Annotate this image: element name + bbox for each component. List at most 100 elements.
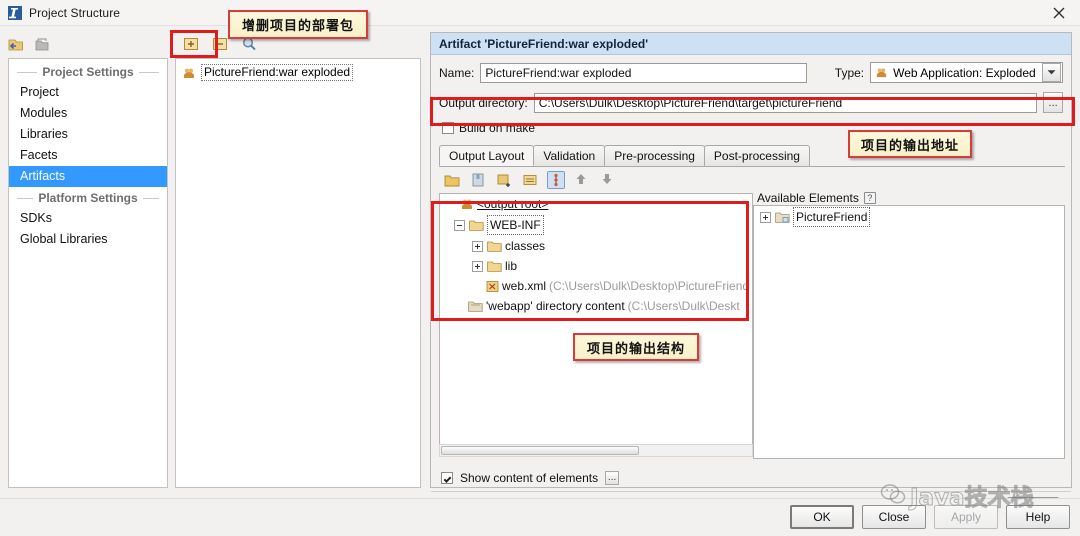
add-directory-icon[interactable] xyxy=(443,171,461,189)
folder-icon xyxy=(487,260,502,273)
sidebar-item-modules[interactable]: Modules xyxy=(9,103,167,124)
expand-toggle-icon[interactable] xyxy=(760,211,771,223)
artifact-type-select[interactable]: Web Application: Exploded xyxy=(870,62,1063,83)
help-icon[interactable]: ? xyxy=(863,192,876,204)
move-down-icon[interactable] xyxy=(599,171,617,189)
remove-artifact-button[interactable] xyxy=(210,34,230,54)
expand-toggle-icon[interactable] xyxy=(472,240,483,252)
sidebar-item-global-libraries[interactable]: Global Libraries xyxy=(9,229,167,250)
project-structure-dialog: Project Structure Project Settings Proje… xyxy=(0,0,1080,536)
settings-sidebar[interactable]: Project Settings Project Modules Librari… xyxy=(8,58,168,488)
output-directory-row: Output directory: C:\Users\Dulk\Desktop\… xyxy=(431,92,1071,113)
module-icon xyxy=(775,211,790,224)
sidebar-group-project-settings: Project Settings xyxy=(9,61,167,82)
sidebar-group-label: Project Settings xyxy=(42,65,134,79)
artifact-type-value: Web Application: Exploded xyxy=(893,65,1036,80)
available-list-item[interactable]: PictureFriend xyxy=(754,206,1064,228)
available-elements-label: Available Elements xyxy=(757,191,859,205)
tab-post-processing[interactable]: Post-processing xyxy=(703,145,810,166)
move-up-icon[interactable] xyxy=(573,171,591,189)
tree-row-label: classes xyxy=(505,239,546,253)
artifact-name-input[interactable]: PictureFriend:war exploded xyxy=(480,62,807,83)
add-archive-icon[interactable] xyxy=(469,171,487,189)
tree-row-label: <output root> xyxy=(477,197,549,211)
tree-row-label: lib xyxy=(505,259,518,273)
available-elements-panel[interactable]: PictureFriend xyxy=(753,205,1065,459)
extract-into-icon[interactable] xyxy=(521,171,539,189)
sidebar-group-label: Platform Settings xyxy=(38,191,138,205)
war-artifact-icon xyxy=(182,66,196,80)
help-button[interactable]: Help xyxy=(1006,505,1070,529)
folder-open-icon xyxy=(469,219,484,232)
show-content-row[interactable]: Show content of elements ... xyxy=(441,471,620,485)
build-on-make-label: Build on make xyxy=(459,121,536,135)
add-artifact-button[interactable] xyxy=(181,34,201,54)
tree-row-path: (C:\Users\Dulk\Deskt xyxy=(627,299,740,313)
tab-output-layout[interactable]: Output Layout xyxy=(439,145,535,166)
tree-row[interactable]: WEB-INF xyxy=(440,214,752,236)
show-content-checkbox[interactable] xyxy=(441,472,453,484)
artifact-item-label: PictureFriend:war exploded xyxy=(201,64,354,81)
tree-row-label: WEB-INF xyxy=(487,215,544,235)
callout-note: 项目的输出地址 xyxy=(848,130,972,158)
dir-content-icon xyxy=(468,300,483,313)
available-elements-header: Available Elements ? xyxy=(757,191,876,205)
build-on-make-row[interactable]: Build on make xyxy=(431,113,1071,135)
dialog-body: Project Settings Project Modules Librari… xyxy=(0,26,1080,519)
close-button[interactable]: Close xyxy=(862,505,926,529)
close-icon[interactable] xyxy=(1050,4,1068,22)
settings-toolbar xyxy=(6,31,166,57)
collapse-toggle-icon[interactable] xyxy=(454,219,465,231)
title-bar: Project Structure xyxy=(0,0,1080,26)
sidebar-item-project[interactable]: Project xyxy=(9,82,167,103)
tree-horizontal-scrollbar[interactable] xyxy=(439,444,753,457)
xml-file-icon xyxy=(486,280,499,293)
tree-row[interactable]: classes xyxy=(440,236,752,256)
tree-row[interactable]: <output root> xyxy=(440,194,752,214)
list-item[interactable]: PictureFriend:war exploded xyxy=(176,63,420,82)
show-content-label: Show content of elements xyxy=(460,471,599,485)
tree-row[interactable]: web.xml (C:\Users\Dulk\Desktop\PictureFr… xyxy=(440,276,752,296)
folder-icon xyxy=(487,240,502,253)
browse-output-directory-button[interactable]: ... xyxy=(1043,92,1063,113)
output-layout-tree[interactable]: <output root> WEB-INF classes lib web.xm… xyxy=(439,193,753,451)
output-directory-input[interactable]: C:\Users\Dulk\Desktop\PictureFriend\targ… xyxy=(533,92,1038,113)
intellij-icon xyxy=(7,5,23,21)
show-content-options-button[interactable]: ... xyxy=(605,471,620,485)
output-layout-toolbar xyxy=(439,169,1065,191)
sidebar-item-sdks[interactable]: SDKs xyxy=(9,208,167,229)
import-settings-icon[interactable] xyxy=(6,34,26,54)
tree-row-label: 'webapp' directory content xyxy=(486,299,625,313)
sidebar-item-facets[interactable]: Facets xyxy=(9,145,167,166)
war-artifact-icon xyxy=(875,66,888,79)
sort-elements-icon[interactable] xyxy=(547,171,565,189)
ok-button[interactable]: OK xyxy=(790,505,854,529)
output-directory-label: Output directory: xyxy=(439,95,528,110)
name-label: Name: xyxy=(439,65,475,80)
expand-toggle-icon[interactable] xyxy=(472,260,483,272)
tab-validation[interactable]: Validation xyxy=(533,145,606,166)
type-label: Type: xyxy=(834,65,865,80)
chevron-down-icon[interactable] xyxy=(1042,63,1061,82)
export-settings-icon[interactable] xyxy=(32,34,52,54)
name-type-row: Name: PictureFriend:war exploded Type: W… xyxy=(431,55,1071,83)
artifact-detail-panel: Artifact 'PictureFriend:war exploded' Na… xyxy=(430,32,1072,519)
divider xyxy=(431,491,1071,492)
sidebar-item-artifacts[interactable]: Artifacts xyxy=(9,166,167,187)
detail-header-title: Artifact 'PictureFriend:war exploded' xyxy=(431,33,1071,55)
window-title: Project Structure xyxy=(29,5,121,20)
build-on-make-checkbox[interactable] xyxy=(442,122,454,134)
dialog-button-bar: OK Close Apply Help xyxy=(0,498,1080,536)
tree-row[interactable]: lib xyxy=(440,256,752,276)
sidebar-group-platform-settings: Platform Settings xyxy=(9,187,167,208)
tree-row[interactable]: 'webapp' directory content (C:\Users\Dul… xyxy=(440,296,752,316)
sidebar-item-libraries[interactable]: Libraries xyxy=(9,124,167,145)
tab-pre-processing[interactable]: Pre-processing xyxy=(604,145,705,166)
apply-button: Apply xyxy=(934,505,998,529)
add-module-output-icon[interactable] xyxy=(495,171,513,189)
tree-row-path: (C:\Users\Dulk\Desktop\PictureFriend xyxy=(549,279,750,293)
available-item-label: PictureFriend xyxy=(793,207,871,227)
output-root-icon xyxy=(460,197,474,211)
scrollbar-thumb[interactable] xyxy=(441,446,639,455)
artifact-list[interactable]: PictureFriend:war exploded xyxy=(175,58,421,488)
